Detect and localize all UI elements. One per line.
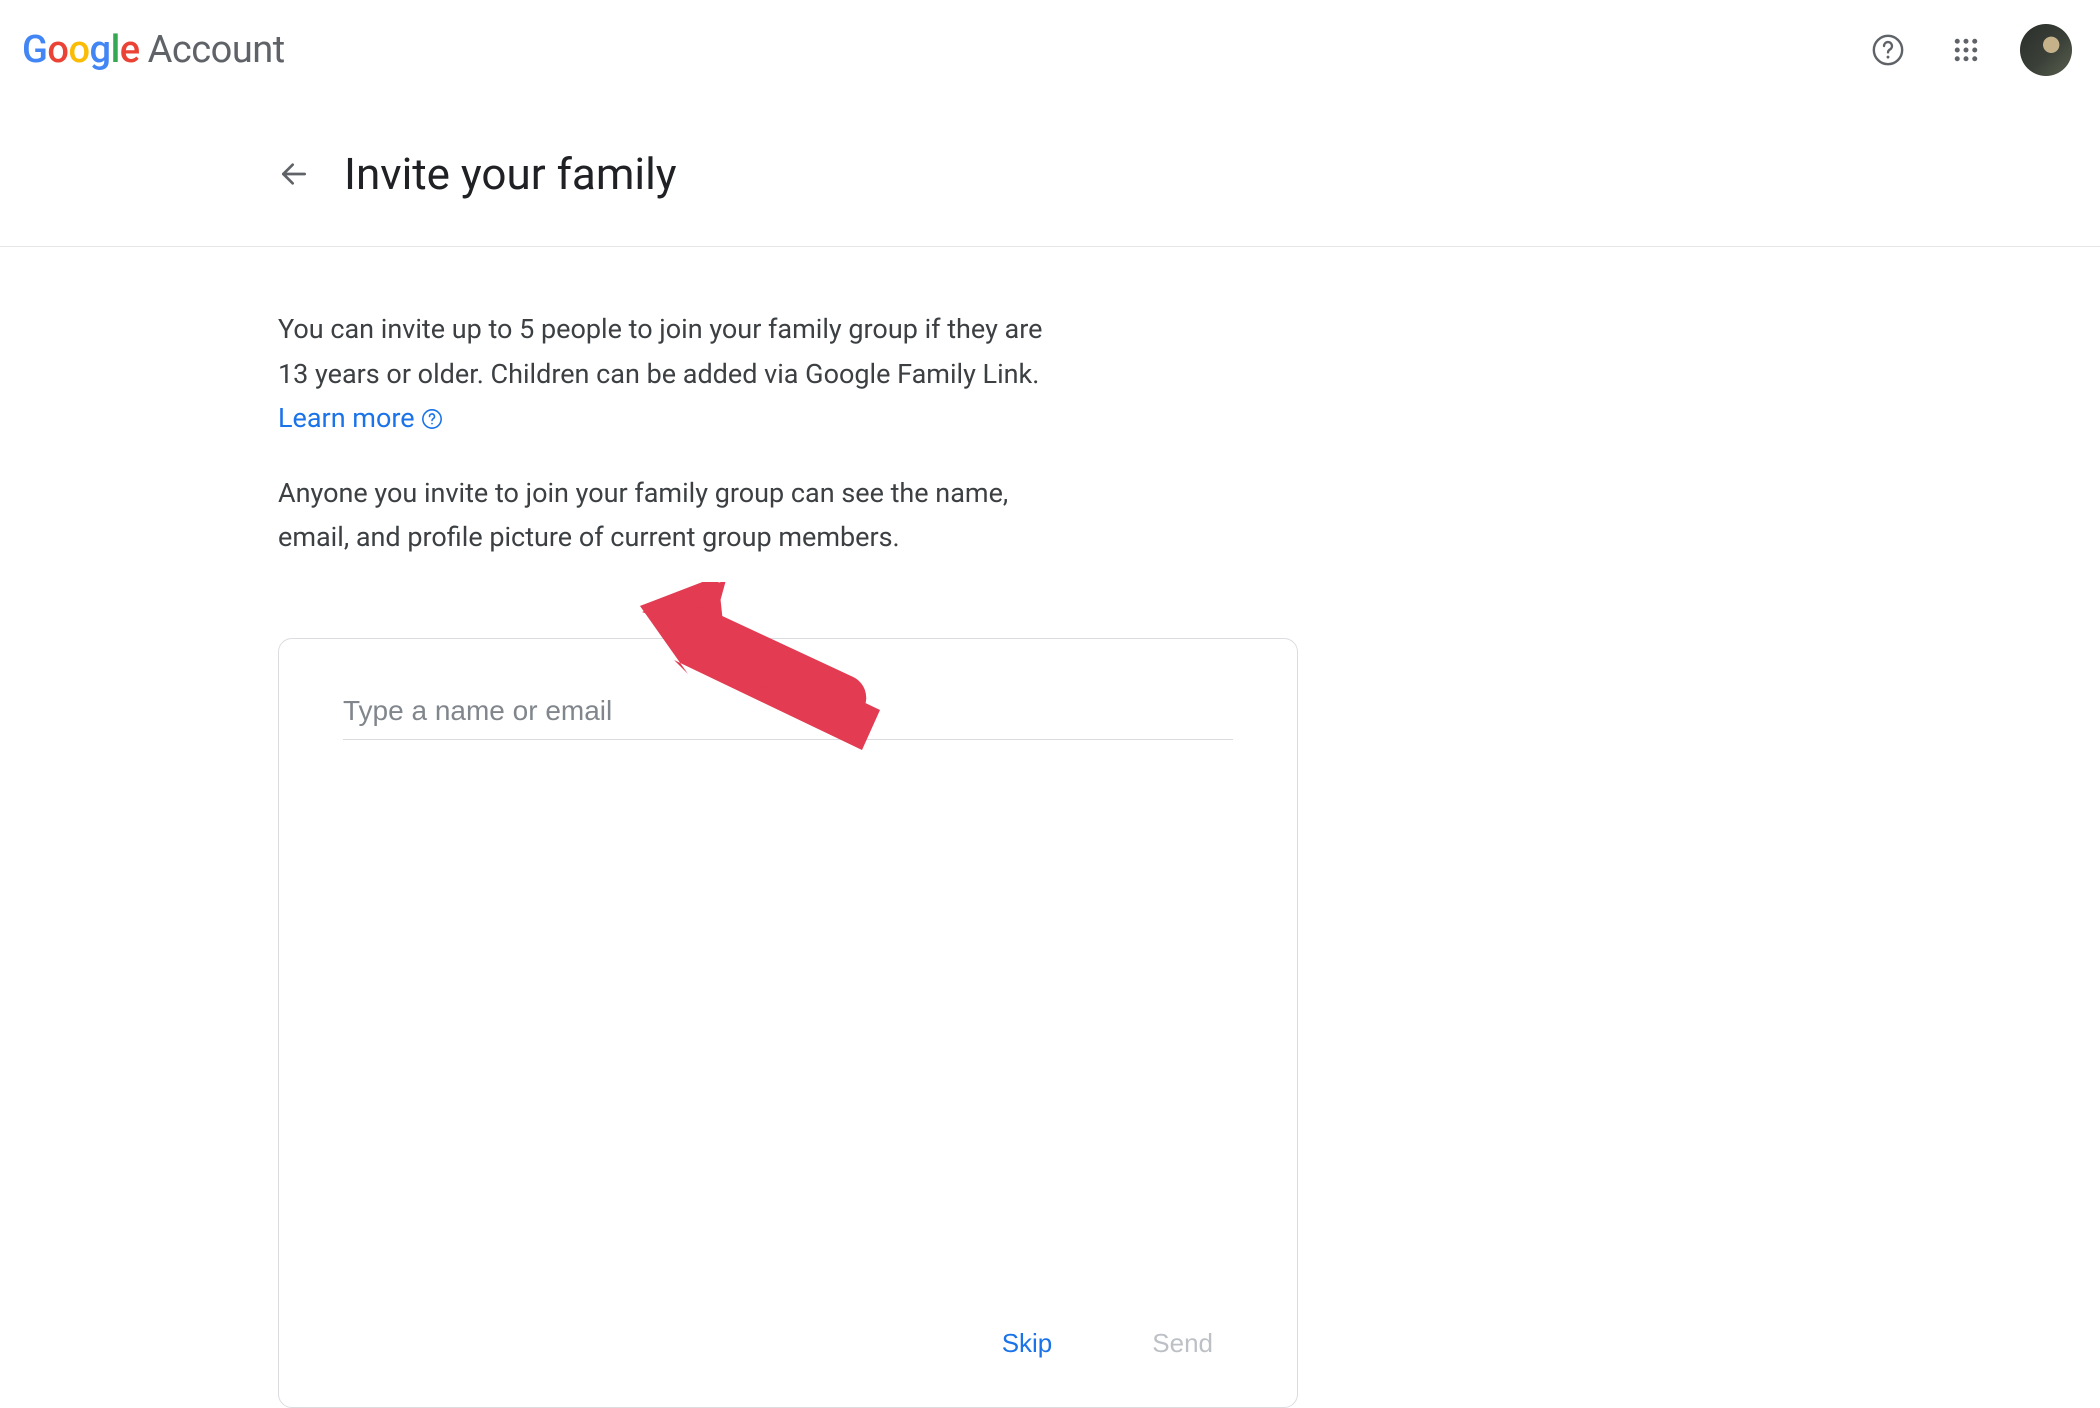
avatar[interactable] bbox=[2020, 24, 2072, 76]
learn-more-link[interactable]: Learn more bbox=[278, 402, 415, 434]
back-button[interactable] bbox=[270, 150, 318, 198]
invite-card: Skip Send bbox=[278, 638, 1298, 1408]
app-bar: Google Account bbox=[0, 0, 2100, 100]
title-area: Invite your family bbox=[0, 100, 2100, 246]
help-icon[interactable] bbox=[1864, 26, 1912, 74]
learn-more-help-icon[interactable] bbox=[421, 408, 443, 430]
card-actions: Skip Send bbox=[343, 1328, 1233, 1377]
google-logo: Google bbox=[22, 28, 140, 72]
appbar-actions bbox=[1864, 24, 2072, 76]
brand-product: Account bbox=[148, 28, 285, 72]
card-spacer bbox=[343, 740, 1233, 1328]
skip-button[interactable]: Skip bbox=[1002, 1328, 1053, 1359]
info-text-2: Anyone you invite to join your family gr… bbox=[278, 471, 1060, 560]
info-text-1a: You can invite up to 5 people to join yo… bbox=[278, 313, 1042, 390]
arrow-left-icon bbox=[278, 158, 310, 190]
content: You can invite up to 5 people to join yo… bbox=[0, 247, 1060, 1408]
send-button[interactable]: Send bbox=[1152, 1328, 1213, 1359]
info-text-1: You can invite up to 5 people to join yo… bbox=[278, 307, 1060, 441]
name-email-field-row bbox=[343, 695, 1233, 740]
name-email-input[interactable] bbox=[343, 695, 1233, 727]
apps-grid-icon[interactable] bbox=[1942, 26, 1990, 74]
brand: Google Account bbox=[22, 28, 285, 72]
page-title: Invite your family bbox=[344, 148, 677, 200]
